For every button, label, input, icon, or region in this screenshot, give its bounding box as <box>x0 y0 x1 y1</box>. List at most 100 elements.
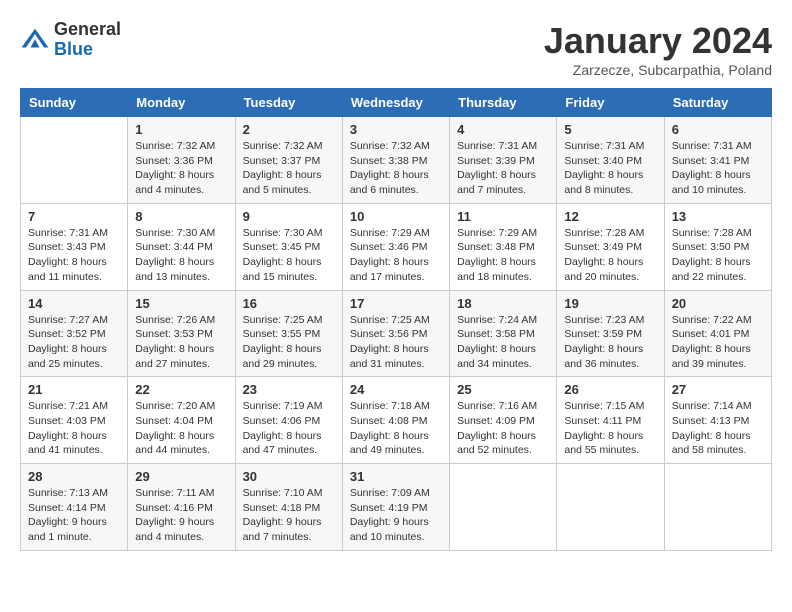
calendar-cell: 31 Sunrise: 7:09 AMSunset: 4:19 PMDayligh… <box>342 464 449 551</box>
calendar-cell: 24 Sunrise: 7:18 AMSunset: 4:08 PMDayligh… <box>342 377 449 464</box>
day-info: Sunrise: 7:32 AMSunset: 3:38 PMDaylight:… <box>350 139 442 198</box>
day-number: 26 <box>564 382 656 397</box>
day-number: 20 <box>672 296 764 311</box>
day-info: Sunrise: 7:19 AMSunset: 4:06 PMDaylight:… <box>243 399 335 458</box>
day-number: 28 <box>28 469 120 484</box>
day-number: 29 <box>135 469 227 484</box>
calendar-cell: 5Sunrise: 7:31 AMSunset: 3:40 PMDaylight… <box>557 117 664 204</box>
header-row: SundayMondayTuesdayWednesdayThursdayFrid… <box>21 89 772 117</box>
day-info: Sunrise: 7:32 AMSunset: 3:36 PMDaylight:… <box>135 139 227 198</box>
calendar-cell: 9 Sunrise: 7:30 AMSunset: 3:45 PMDaylight… <box>235 203 342 290</box>
page-header: General Blue January 2024 Zarzecze, Subc… <box>20 20 772 78</box>
header-thursday: Thursday <box>450 89 557 117</box>
day-number: 7 <box>28 209 120 224</box>
day-info: Sunrise: 7:21 AMSunset: 4:03 PMDaylight:… <box>28 399 120 458</box>
calendar-cell: 16 Sunrise: 7:25 AMSunset: 3:55 PMDayligh… <box>235 290 342 377</box>
calendar-cell: 23 Sunrise: 7:19 AMSunset: 4:06 PMDayligh… <box>235 377 342 464</box>
day-info: Sunrise: 7:14 AMSunset: 4:13 PMDaylight:… <box>672 399 764 458</box>
calendar-cell: 8Sunrise: 7:30 AMSunset: 3:44 PMDaylight… <box>128 203 235 290</box>
day-number: 27 <box>672 382 764 397</box>
day-number: 30 <box>243 469 335 484</box>
day-number: 9 <box>243 209 335 224</box>
day-info: Sunrise: 7:15 AMSunset: 4:11 PMDaylight:… <box>564 399 656 458</box>
location-subtitle: Zarzecze, Subcarpathia, Poland <box>544 62 772 78</box>
day-number: 3 <box>350 122 442 137</box>
day-number: 2 <box>243 122 335 137</box>
day-info: Sunrise: 7:16 AMSunset: 4:09 PMDaylight:… <box>457 399 549 458</box>
day-number: 16 <box>243 296 335 311</box>
day-number: 17 <box>350 296 442 311</box>
day-number: 22 <box>135 382 227 397</box>
day-info: Sunrise: 7:31 AMSunset: 3:39 PMDaylight:… <box>457 139 549 198</box>
calendar-cell: 25 Sunrise: 7:16 AMSunset: 4:09 PMDayligh… <box>450 377 557 464</box>
day-number: 18 <box>457 296 549 311</box>
calendar-cell: 14 Sunrise: 7:27 AMSunset: 3:52 PMDayligh… <box>21 290 128 377</box>
logo-blue-text: Blue <box>54 40 121 60</box>
day-number: 31 <box>350 469 442 484</box>
day-number: 15 <box>135 296 227 311</box>
calendar-cell: 18 Sunrise: 7:24 AMSunset: 3:58 PMDayligh… <box>450 290 557 377</box>
calendar-cell: 2Sunrise: 7:32 AMSunset: 3:37 PMDaylight… <box>235 117 342 204</box>
calendar-cell: 28 Sunrise: 7:13 AMSunset: 4:14 PMDayligh… <box>21 464 128 551</box>
calendar-cell: 11Sunrise: 7:29 AMSunset: 3:48 PMDayligh… <box>450 203 557 290</box>
calendar-cell: 19 Sunrise: 7:23 AMSunset: 3:59 PMDayligh… <box>557 290 664 377</box>
day-info: Sunrise: 7:24 AMSunset: 3:58 PMDaylight:… <box>457 313 549 372</box>
day-info: Sunrise: 7:27 AMSunset: 3:52 PMDaylight:… <box>28 313 120 372</box>
calendar-cell: 3 Sunrise: 7:32 AMSunset: 3:38 PMDaylight… <box>342 117 449 204</box>
calendar-cell: 13 Sunrise: 7:28 AMSunset: 3:50 PMDayligh… <box>664 203 771 290</box>
calendar-week-3: 21 Sunrise: 7:21 AMSunset: 4:03 PMDayligh… <box>21 377 772 464</box>
day-number: 14 <box>28 296 120 311</box>
calendar-cell: 12Sunrise: 7:28 AMSunset: 3:49 PMDayligh… <box>557 203 664 290</box>
calendar-cell: 22Sunrise: 7:20 AMSunset: 4:04 PMDayligh… <box>128 377 235 464</box>
day-number: 24 <box>350 382 442 397</box>
calendar-cell: 30Sunrise: 7:10 AMSunset: 4:18 PMDayligh… <box>235 464 342 551</box>
day-number: 25 <box>457 382 549 397</box>
day-info: Sunrise: 7:13 AMSunset: 4:14 PMDaylight:… <box>28 486 120 545</box>
logo-icon <box>20 25 50 55</box>
calendar-cell: 20 Sunrise: 7:22 AMSunset: 4:01 PMDayligh… <box>664 290 771 377</box>
calendar-cell: 17 Sunrise: 7:25 AMSunset: 3:56 PMDayligh… <box>342 290 449 377</box>
calendar-cell: 10 Sunrise: 7:29 AMSunset: 3:46 PMDayligh… <box>342 203 449 290</box>
day-number: 13 <box>672 209 764 224</box>
day-info: Sunrise: 7:31 AMSunset: 3:40 PMDaylight:… <box>564 139 656 198</box>
day-info: Sunrise: 7:09 AMSunset: 4:19 PMDaylight:… <box>350 486 442 545</box>
calendar-cell <box>450 464 557 551</box>
calendar-cell: 21 Sunrise: 7:21 AMSunset: 4:03 PMDayligh… <box>21 377 128 464</box>
day-info: Sunrise: 7:18 AMSunset: 4:08 PMDaylight:… <box>350 399 442 458</box>
calendar-week-0: 1 Sunrise: 7:32 AMSunset: 3:36 PMDaylight… <box>21 117 772 204</box>
day-info: Sunrise: 7:31 AMSunset: 3:41 PMDaylight:… <box>672 139 764 198</box>
header-monday: Monday <box>128 89 235 117</box>
calendar-week-2: 14 Sunrise: 7:27 AMSunset: 3:52 PMDayligh… <box>21 290 772 377</box>
day-number: 1 <box>135 122 227 137</box>
calendar-cell: 7Sunrise: 7:31 AMSunset: 3:43 PMDaylight… <box>21 203 128 290</box>
logo: General Blue <box>20 20 121 60</box>
header-tuesday: Tuesday <box>235 89 342 117</box>
calendar-week-4: 28 Sunrise: 7:13 AMSunset: 4:14 PMDayligh… <box>21 464 772 551</box>
day-info: Sunrise: 7:28 AMSunset: 3:50 PMDaylight:… <box>672 226 764 285</box>
calendar-cell: 26 Sunrise: 7:15 AMSunset: 4:11 PMDayligh… <box>557 377 664 464</box>
calendar-body: 1 Sunrise: 7:32 AMSunset: 3:36 PMDaylight… <box>21 117 772 551</box>
header-wednesday: Wednesday <box>342 89 449 117</box>
calendar-cell <box>557 464 664 551</box>
calendar-header: SundayMondayTuesdayWednesdayThursdayFrid… <box>21 89 772 117</box>
day-number: 19 <box>564 296 656 311</box>
day-info: Sunrise: 7:25 AMSunset: 3:55 PMDaylight:… <box>243 313 335 372</box>
day-number: 6 <box>672 122 764 137</box>
day-info: Sunrise: 7:11 AMSunset: 4:16 PMDaylight:… <box>135 486 227 545</box>
header-sunday: Sunday <box>21 89 128 117</box>
header-saturday: Saturday <box>664 89 771 117</box>
day-info: Sunrise: 7:30 AMSunset: 3:45 PMDaylight:… <box>243 226 335 285</box>
day-info: Sunrise: 7:29 AMSunset: 3:46 PMDaylight:… <box>350 226 442 285</box>
calendar-cell: 27 Sunrise: 7:14 AMSunset: 4:13 PMDayligh… <box>664 377 771 464</box>
day-info: Sunrise: 7:22 AMSunset: 4:01 PMDaylight:… <box>672 313 764 372</box>
calendar-week-1: 7Sunrise: 7:31 AMSunset: 3:43 PMDaylight… <box>21 203 772 290</box>
day-number: 10 <box>350 209 442 224</box>
day-info: Sunrise: 7:25 AMSunset: 3:56 PMDaylight:… <box>350 313 442 372</box>
day-info: Sunrise: 7:23 AMSunset: 3:59 PMDaylight:… <box>564 313 656 372</box>
day-number: 23 <box>243 382 335 397</box>
day-number: 21 <box>28 382 120 397</box>
header-friday: Friday <box>557 89 664 117</box>
calendar-cell: 29 Sunrise: 7:11 AMSunset: 4:16 PMDayligh… <box>128 464 235 551</box>
calendar-cell <box>664 464 771 551</box>
day-info: Sunrise: 7:28 AMSunset: 3:49 PMDaylight:… <box>564 226 656 285</box>
